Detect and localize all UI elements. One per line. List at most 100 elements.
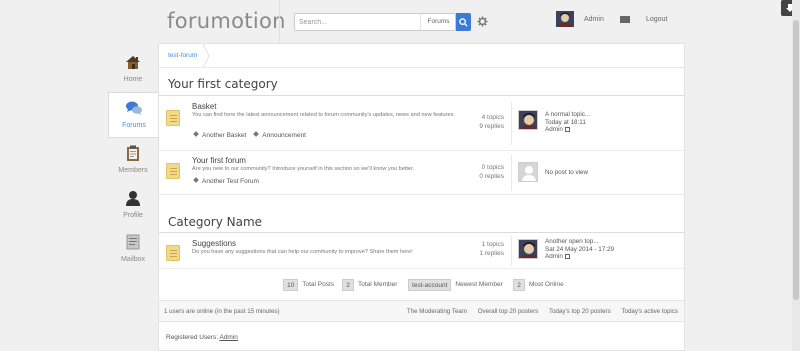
last-post-info: A normal topic... Today at 18:11 Admin (545, 111, 590, 134)
stat-newest-member: test-account Newest Member (408, 278, 503, 291)
nav-label-mailbox: Mailbox (120, 256, 146, 263)
subforum-bullet-icon (193, 131, 199, 137)
subforum-list: Another Basket Announcement (193, 131, 312, 139)
goto-post-icon[interactable] (564, 126, 570, 132)
search-scope-select[interactable]: Forums (420, 14, 456, 30)
scrollbar-thumb[interactable] (793, 20, 799, 300)
header-divider (279, 0, 280, 43)
stat-label: Total Posts (302, 281, 335, 288)
avatar-placeholder (518, 162, 538, 182)
search-box: Forums (294, 13, 456, 31)
nav-item-mailbox[interactable]: Mailbox (108, 227, 158, 273)
stat-label: Newest Member (455, 281, 503, 288)
forum-name[interactable]: Basket (192, 102, 216, 111)
forum-description: You can find here the latest announcemen… (192, 112, 455, 118)
profile-link[interactable]: Admin (584, 16, 604, 23)
nav-label-home: Home (123, 76, 143, 83)
registered-users-label: Registered Users: (166, 334, 219, 341)
forum-read-icon (166, 110, 180, 126)
chat-bubbles-icon (126, 101, 142, 115)
nav-item-forums[interactable]: Forums (108, 92, 158, 138)
subforum-bullet-icon (193, 177, 199, 183)
active-topics-link[interactable]: Today's active topics (621, 308, 678, 315)
category-title[interactable]: Your first category (168, 77, 278, 91)
forum-stats: 4 topics 9 replies (454, 114, 504, 131)
page-scrollbar[interactable] (792, 0, 800, 351)
registered-user-link[interactable]: Admin (219, 334, 237, 341)
search-button[interactable] (456, 13, 471, 31)
reply-count: 0 replies (479, 172, 504, 180)
breadcrumb-separator (202, 44, 210, 68)
reply-count: 9 replies (479, 122, 504, 130)
stat-total-posts: 10 Total Posts (283, 278, 334, 291)
nav-label-members: Members (118, 167, 148, 174)
user-silhouette-icon (126, 191, 140, 206)
avatar[interactable] (518, 110, 538, 130)
last-post-author[interactable]: Admin (545, 253, 563, 260)
gear-icon[interactable] (477, 16, 488, 27)
board-stats: 10 Total Posts 2 Total Member test-accou… (159, 274, 684, 296)
moderating-team-link[interactable]: The Moderating Team (407, 308, 467, 315)
top-header: forumotion Forums Admin Logout (0, 0, 800, 43)
last-post-title[interactable]: A normal topic... (545, 111, 590, 119)
stat-most-online: 2 Most Online (513, 278, 564, 291)
search-input[interactable] (299, 14, 419, 30)
forum-name[interactable]: Suggestions (192, 239, 236, 248)
forum-row: Suggestions Do you have any suggestions … (159, 233, 684, 269)
forum-name[interactable]: Your first forum (192, 156, 246, 165)
online-bar: 1 users are online (in the past 15 minut… (159, 300, 684, 322)
mailbox-icon (126, 234, 140, 250)
column-divider (511, 102, 512, 145)
subforum-list: Another Test Forum (193, 177, 265, 185)
topic-count: 4 topics (481, 114, 504, 121)
nav-item-home[interactable]: Home (108, 47, 158, 93)
last-post-title[interactable]: Another open top... (545, 238, 614, 246)
online-users-text: 1 users are online (in the past 15 minut… (164, 308, 280, 315)
avatar[interactable] (518, 239, 538, 259)
stat-total-member: 2 Total Member (342, 278, 397, 291)
forum-read-icon (166, 245, 180, 261)
column-divider (511, 155, 512, 191)
nav-label-forums: Forums (122, 122, 146, 129)
stat-badge: 2 (342, 278, 354, 291)
clipboard-icon (127, 145, 139, 161)
nav-item-members[interactable]: Members (108, 138, 158, 184)
goto-post-icon[interactable] (564, 253, 570, 259)
avatar[interactable] (556, 11, 574, 27)
forum-description: Are you new to our community? Introduce … (192, 166, 415, 172)
subforum-link[interactable]: Another Test Forum (202, 178, 259, 185)
logout-link[interactable]: Logout (646, 16, 667, 23)
stat-label: Most Online (529, 281, 564, 288)
today-top-posters-link[interactable]: Today's top 20 posters (549, 308, 611, 315)
site-logo[interactable]: forumotion (167, 9, 286, 33)
forum-stats: 0 topics 0 replies (454, 164, 504, 181)
home-icon (126, 56, 140, 69)
last-post-date: Sat 24 May 2014 - 17:29 (545, 245, 614, 253)
breadcrumb-root-link[interactable]: test-forum (168, 52, 197, 59)
online-links: The Moderating Team Overall top 20 poste… (398, 308, 678, 315)
last-post-date: Today at 18:11 (545, 118, 586, 126)
overall-top-posters-link[interactable]: Overall top 20 posters (478, 308, 539, 315)
subforum-link[interactable]: Announcement (262, 132, 306, 139)
forum-read-icon (166, 163, 180, 179)
nav-item-profile[interactable]: Profile (108, 183, 158, 229)
newest-member-link[interactable]: test-account (408, 278, 452, 291)
category-title[interactable]: Category Name (168, 215, 262, 229)
forum-row: Basket You can find here the latest anno… (159, 96, 684, 151)
nav-label-profile: Profile (123, 212, 143, 219)
forum-stats: 1 topics 1 replies (454, 241, 504, 258)
topic-count: 0 topics (481, 164, 504, 171)
stat-badge: 2 (513, 278, 525, 291)
stat-label: Total Member (358, 281, 398, 288)
registered-users: Registered Users: Admin (166, 334, 238, 341)
reply-count: 1 replies (479, 249, 504, 257)
column-divider (511, 236, 512, 266)
forum-index-panel: test-forum Your first category Basket Yo… (158, 43, 685, 351)
last-post-author[interactable]: Admin (545, 126, 563, 133)
last-post-empty: No post to view (545, 169, 589, 176)
subforum-link[interactable]: Another Basket (202, 132, 246, 139)
forum-row: Your first forum Are you new to our comm… (159, 151, 684, 195)
forum-description: Do you have any suggestions that can hel… (192, 249, 413, 255)
mail-icon[interactable] (620, 16, 630, 23)
topic-count: 1 topics (481, 241, 504, 248)
